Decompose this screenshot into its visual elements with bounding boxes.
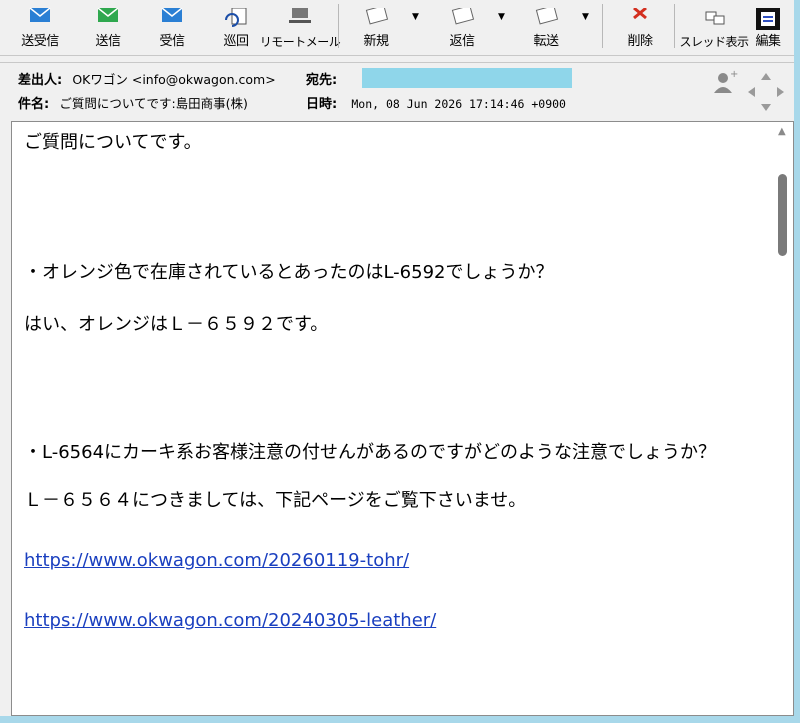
thread-view-button[interactable]: スレッド表示 <box>680 0 749 50</box>
reply-dropdown-icon[interactable]: ▼ <box>498 12 505 22</box>
body-line: ご質問についてです。 <box>24 132 202 153</box>
to-label: 宛先: <box>306 73 338 88</box>
to-value-redacted[interactable] <box>362 68 572 88</box>
forward-dropdown-icon[interactable]: ▼ <box>582 12 589 22</box>
date-label: 日時: <box>306 97 338 112</box>
thread-view-icon <box>705 11 725 25</box>
patrol-icon <box>225 8 247 27</box>
mail-body[interactable]: ご質問についてです。 ・オレンジ色で在庫されているとあったのはL-6592でしょ… <box>11 121 794 716</box>
body-line: ・オレンジ色で在庫されているとあったのはL-6592でしょうか？ <box>24 262 554 283</box>
from-label: 差出人: <box>18 73 63 88</box>
edit-icon <box>756 8 780 30</box>
body-line: はい、オレンジはＬ－６５９２です。 <box>24 314 329 335</box>
navigation-arrows-icon[interactable] <box>746 71 786 113</box>
receive-icon <box>161 8 183 22</box>
patrol-button[interactable]: 巡回 <box>216 0 256 50</box>
subject-label: 件名: <box>18 97 50 112</box>
mail-text: ご質問についてです。 ・オレンジ色で在庫されているとあったのはL-6592でしょ… <box>12 122 774 715</box>
toolbar-separator <box>674 4 675 48</box>
toolbar-separator <box>338 4 339 48</box>
scroll-thumb[interactable] <box>778 174 787 256</box>
body-line: ・L-6564にカーキ系お客様注意の付せんがあるのですがどのような注意でしょうか… <box>24 442 717 463</box>
date-value: Mon, 08 Jun 2026 17:14:46 +0900 <box>351 97 566 111</box>
send-icon <box>97 8 119 22</box>
toolbar-separator <box>602 4 603 48</box>
send-receive-button[interactable]: 送受信 <box>14 0 66 50</box>
reply-icon <box>451 8 475 25</box>
new-mail-button[interactable]: 新規 <box>356 0 396 50</box>
reply-button[interactable]: 返信 <box>442 0 482 50</box>
scroll-up-icon[interactable]: ▲ <box>778 126 786 137</box>
subject-row: 件名: ご質問についてです:島田商事(株) <box>18 93 248 112</box>
send-receive-icon <box>29 8 51 22</box>
add-contact-icon[interactable]: + <box>712 69 738 95</box>
vertical-scrollbar[interactable]: ▲ <box>773 122 793 715</box>
new-mail-dropdown-icon[interactable]: ▼ <box>412 12 419 22</box>
date-row: 日時: Mon, 08 Jun 2026 17:14:46 +0900 <box>306 93 566 112</box>
from-value[interactable]: OKワゴン <info@okwagon.com> <box>72 72 275 87</box>
delete-icon <box>633 8 647 20</box>
forward-button[interactable]: 転送 <box>526 0 566 50</box>
remote-mail-icon <box>289 8 311 23</box>
receive-button[interactable]: 受信 <box>152 0 192 50</box>
link[interactable]: https://www.okwagon.com/20240305-leather… <box>24 610 436 631</box>
mail-header: 差出人: OKワゴン <info@okwagon.com> 宛先: 件名: ご質… <box>0 62 794 122</box>
toolbar: 送受信 送信 受信 巡回 リモートメール 新規 ▼ 返信 ▼ 転送 ▼ 削除 ス… <box>0 0 794 56</box>
mail-window: 送受信 送信 受信 巡回 リモートメール 新規 ▼ 返信 ▼ 転送 ▼ 削除 ス… <box>0 0 800 716</box>
svg-text:+: + <box>730 69 738 80</box>
delete-button[interactable]: 削除 <box>620 0 660 50</box>
link[interactable]: https://www.okwagon.com/20260119-tohr/ <box>24 550 409 571</box>
from-row: 差出人: OKワゴン <info@okwagon.com> <box>18 69 276 88</box>
forward-icon <box>535 8 559 25</box>
body-line: Ｌ－６５６４につきましては、下記ページをご覧下さいませ。 <box>24 490 527 511</box>
new-mail-icon <box>365 8 389 25</box>
subject-value: ご質問についてです:島田商事(株) <box>59 96 248 111</box>
edit-button[interactable]: 編集 <box>748 0 788 50</box>
send-button[interactable]: 送信 <box>88 0 128 50</box>
remote-mail-button[interactable]: リモートメール <box>260 0 341 50</box>
